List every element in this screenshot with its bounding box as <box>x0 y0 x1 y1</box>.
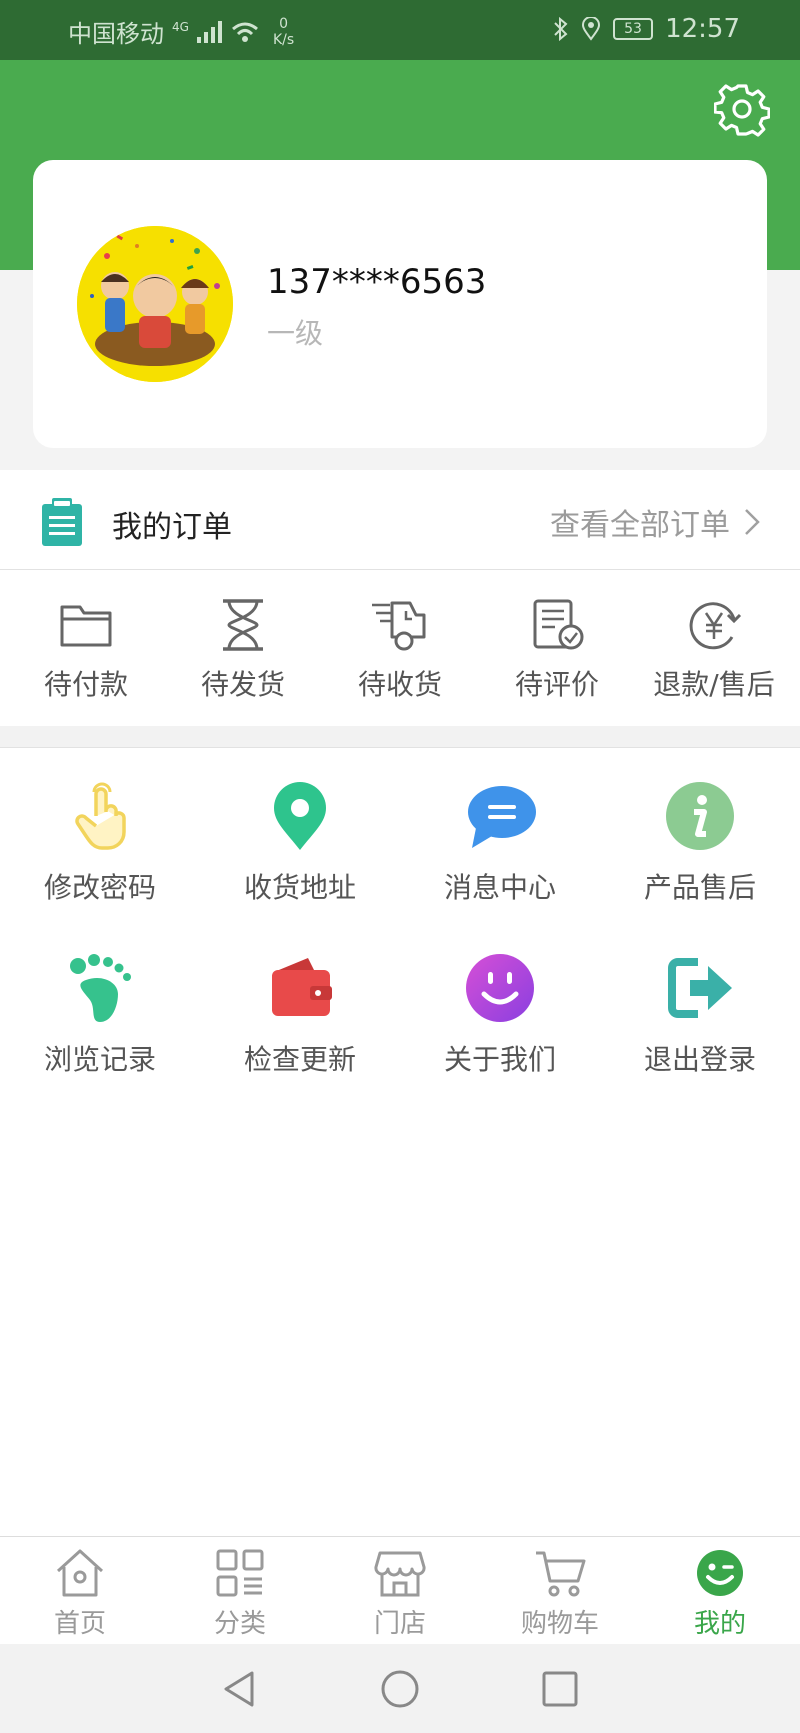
status-bar: 中国移动 4G 0 K/s 53 12:57 <box>0 0 800 60</box>
order-status-label: 待付款 <box>43 668 128 701</box>
signal-icon <box>196 20 222 43</box>
info-icon <box>666 782 734 850</box>
service-label: 退出登录 <box>643 1043 756 1076</box>
service-message-center[interactable]: 消息中心 <box>400 780 600 906</box>
review-doc-icon <box>533 599 584 650</box>
speed-unit: K/s <box>272 31 295 48</box>
nav-label: 首页 <box>53 1609 106 1639</box>
category-icon <box>216 1549 264 1597</box>
bottom-nav: 首页 分类 门店 购物车 我的 <box>0 1536 800 1644</box>
store-icon <box>374 1551 426 1597</box>
order-status-label: 退款/售后 <box>653 668 775 701</box>
member-level: 一级 <box>267 317 324 350</box>
smiley-icon <box>466 954 534 1022</box>
service-browsing-history[interactable]: 浏览记录 <box>0 952 200 1078</box>
footprint-icon <box>70 954 131 1022</box>
delivery-truck-icon <box>372 601 426 651</box>
bluetooth-icon <box>554 17 568 41</box>
order-status-row: 待付款 待发货 待收货 待评价 退款/售后 <box>0 571 800 725</box>
hand-pointer-icon <box>75 782 126 850</box>
network-speed: 0 K/s <box>273 16 294 48</box>
nav-label: 分类 <box>213 1609 266 1639</box>
wallet-folder-icon <box>60 605 112 647</box>
clipboard-icon <box>42 498 82 546</box>
chevron-right-icon <box>745 509 760 535</box>
settings-button[interactable] <box>713 82 771 138</box>
cart-icon <box>536 1551 586 1597</box>
hourglass-icon <box>223 599 263 651</box>
nav-cart[interactable]: 购物车 <box>480 1537 640 1644</box>
nav-store[interactable]: 门店 <box>320 1537 480 1644</box>
nav-home[interactable]: 首页 <box>0 1537 160 1644</box>
service-label: 收货地址 <box>243 871 356 904</box>
order-status-label: 待评价 <box>514 668 599 701</box>
service-shipping-address[interactable]: 收货地址 <box>200 780 400 906</box>
location-icon <box>582 17 601 41</box>
service-label: 检查更新 <box>243 1043 356 1076</box>
speed-value: 0 <box>279 15 288 32</box>
service-label: 关于我们 <box>443 1043 556 1076</box>
service-after-sales[interactable]: 产品售后 <box>600 780 800 906</box>
service-about-us[interactable]: 关于我们 <box>400 952 600 1078</box>
orders-header: 我的订单 查看全部订单 <box>0 470 800 570</box>
order-status-pending-receipt[interactable]: 待收货 <box>324 571 476 725</box>
avatar[interactable] <box>77 226 233 382</box>
service-label: 产品售后 <box>643 871 756 904</box>
clock: 12:57 <box>665 14 740 44</box>
chat-bubble-icon <box>468 786 536 848</box>
order-status-pending-review[interactable]: 待评价 <box>481 571 633 725</box>
nav-category[interactable]: 分类 <box>160 1537 320 1644</box>
logout-icon <box>668 958 732 1018</box>
carrier-name: 中国移动 <box>68 20 164 48</box>
home-circle-icon[interactable] <box>380 1669 420 1709</box>
service-label: 浏览记录 <box>43 1043 156 1076</box>
order-status-pending-shipment[interactable]: 待发货 <box>167 571 319 725</box>
service-check-update[interactable]: 检查更新 <box>200 952 400 1078</box>
order-status-label: 待收货 <box>357 668 442 701</box>
service-logout[interactable]: 退出登录 <box>600 952 800 1078</box>
nav-label: 我的 <box>693 1609 746 1639</box>
services-grid: 修改密码 收货地址 消息中心 产品售后 浏览记录 检查更新 关于我们 退出登录 <box>0 780 800 1078</box>
location-pin-icon <box>274 782 326 850</box>
system-nav-bar <box>0 1644 800 1733</box>
section-separator <box>0 726 800 748</box>
battery-indicator: 53 <box>613 18 654 40</box>
view-all-orders-link[interactable]: 查看全部订单 <box>550 500 760 544</box>
service-label: 消息中心 <box>443 871 556 904</box>
orders-title: 我的订单 <box>112 510 232 545</box>
refund-icon <box>689 602 742 650</box>
user-phone: 137****6563 <box>267 262 487 302</box>
order-status-label: 待发货 <box>200 668 285 701</box>
nav-label: 门店 <box>373 1609 426 1639</box>
wifi-icon <box>231 22 258 42</box>
gear-icon <box>713 84 771 137</box>
profile-smile-icon <box>697 1550 743 1596</box>
view-all-orders-label: 查看全部订单 <box>550 508 730 543</box>
service-change-password[interactable]: 修改密码 <box>0 780 200 906</box>
back-icon[interactable] <box>220 1669 260 1709</box>
order-status-refund[interactable]: 退款/售后 <box>638 571 790 725</box>
nav-mine[interactable]: 我的 <box>640 1537 800 1644</box>
network-type: 4G <box>172 19 189 34</box>
nav-label: 购物车 <box>520 1609 599 1639</box>
recents-icon[interactable] <box>540 1669 580 1709</box>
avatar-image <box>77 226 233 382</box>
service-label: 修改密码 <box>43 871 156 904</box>
profile-card[interactable]: 137****6563 一级 <box>33 160 767 448</box>
home-icon <box>56 1549 104 1597</box>
order-status-pending-payment[interactable]: 待付款 <box>10 571 162 725</box>
wallet-icon <box>272 958 332 1016</box>
